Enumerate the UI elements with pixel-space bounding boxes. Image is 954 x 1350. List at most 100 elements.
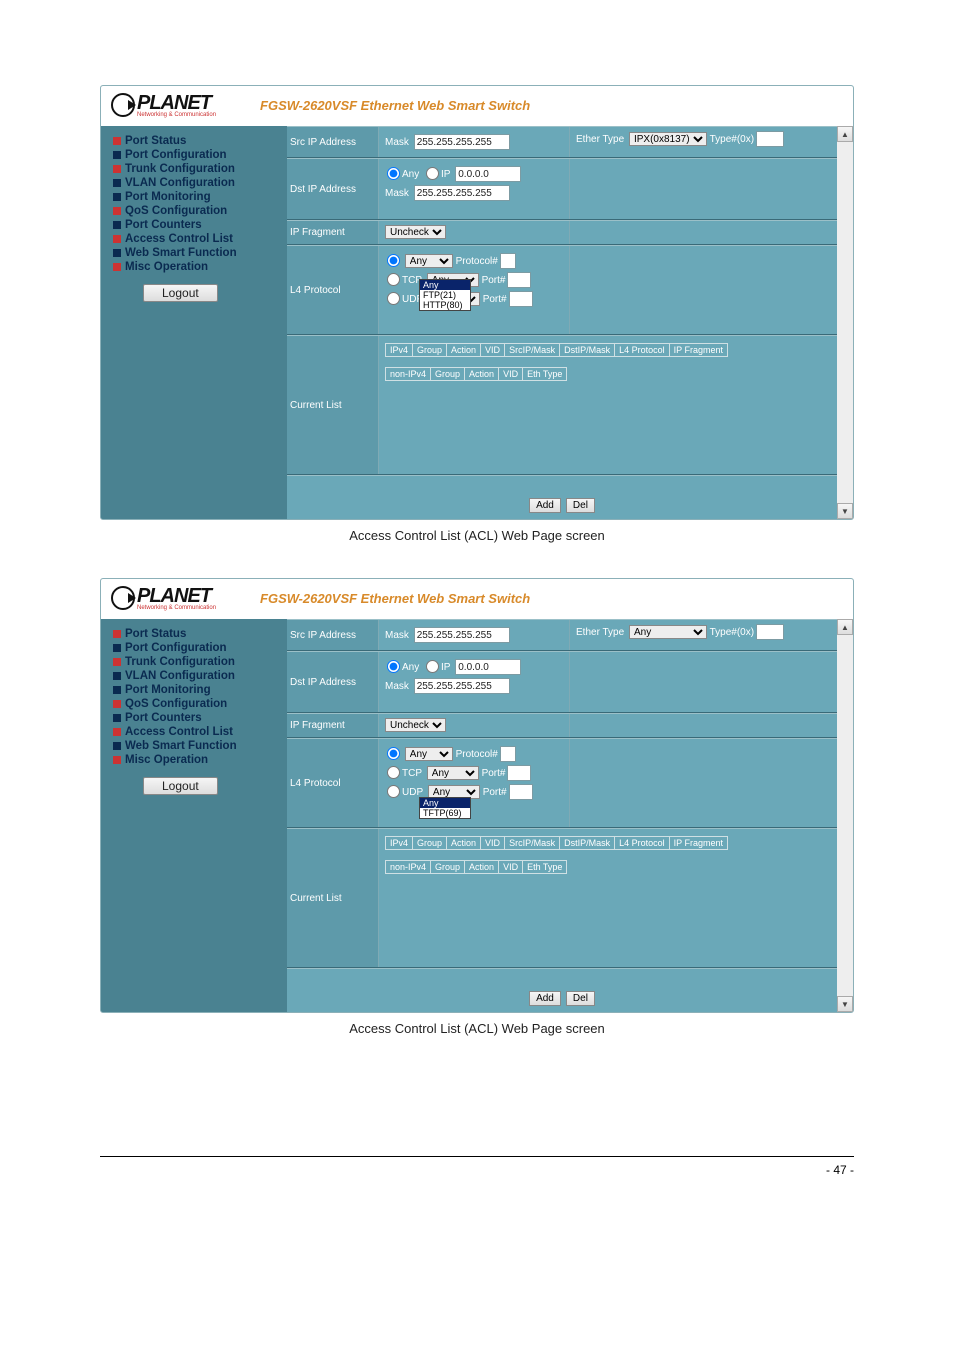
nav-port-configuration[interactable]: Port Configuration (113, 641, 283, 655)
ip-fragment-label: IP Fragment (287, 221, 379, 244)
planet-logo-icon (111, 586, 135, 610)
nav-qos-configuration[interactable]: QoS Configuration (113, 697, 283, 711)
nav-misc-operation[interactable]: Misc Operation (113, 260, 283, 274)
header: PLANET Networking & Communication FGSW-2… (101, 579, 853, 619)
l4-tcp-select[interactable]: Any (427, 766, 479, 780)
dropdown-option[interactable]: Any (420, 280, 470, 290)
udp-dropdown-overlay[interactable]: Any FTP(21) HTTP(80) (419, 279, 471, 311)
button-row: Add Del (287, 968, 837, 1012)
vertical-scrollbar[interactable]: ▲ ▼ (837, 619, 853, 1012)
ether-type-input[interactable] (756, 131, 784, 147)
del-button[interactable]: Del (566, 991, 595, 1006)
dropdown-option[interactable]: Any (420, 798, 470, 808)
nav-access-control-list[interactable]: Access Control List (113, 725, 283, 739)
protocol-num-input[interactable] (500, 746, 516, 762)
nav-qos-configuration[interactable]: QoS Configuration (113, 204, 283, 218)
l4-any-radio[interactable] (387, 747, 400, 760)
src-mask-input[interactable] (414, 627, 510, 643)
dropdown-option[interactable]: FTP(21) (420, 290, 470, 300)
src-ip-label: Src IP Address (287, 127, 379, 157)
product-title: FGSW-2620VSF Ethernet Web Smart Switch (260, 98, 530, 113)
dst-any-radio[interactable] (387, 167, 400, 180)
brand-tagline: Networking & Communication (137, 112, 216, 118)
tcp-port-input[interactable] (507, 272, 531, 288)
udp-port-input[interactable] (509, 784, 533, 800)
ether-type-label: Ether Type (576, 134, 624, 145)
brand-tagline: Networking & Communication (137, 605, 216, 611)
src-ip-label: Src IP Address (287, 620, 379, 650)
nav-trunk-configuration[interactable]: Trunk Configuration (113, 655, 283, 669)
nav-access-control-list[interactable]: Access Control List (113, 232, 283, 246)
add-button[interactable]: Add (529, 498, 561, 513)
dst-ip-radio[interactable] (426, 660, 439, 673)
l4-udp-radio[interactable] (387, 292, 400, 305)
dst-ip-label: Dst IP Address (287, 652, 379, 712)
scroll-up-icon[interactable]: ▲ (837, 619, 853, 635)
udp-dropdown-overlay[interactable]: Any TFTP(69) (419, 797, 471, 819)
l4-any-select[interactable]: Any (405, 747, 453, 761)
ether-type-select[interactable]: Any (629, 625, 707, 639)
button-row: Add Del (287, 475, 837, 519)
l4-any-select[interactable]: Any (405, 254, 453, 268)
udp-port-input[interactable] (509, 291, 533, 307)
nav-vlan-configuration[interactable]: VLAN Configuration (113, 176, 283, 190)
tcp-port-label: Port# (482, 768, 506, 779)
ether-type-input[interactable] (756, 624, 784, 640)
udp-port-label: Port# (483, 787, 507, 798)
nav-port-monitoring[interactable]: Port Monitoring (113, 683, 283, 697)
dst-ip-label: Dst IP Address (287, 159, 379, 219)
scroll-down-icon[interactable]: ▼ (837, 503, 853, 519)
add-button[interactable]: Add (529, 991, 561, 1006)
nav-vlan-configuration[interactable]: VLAN Configuration (113, 669, 283, 683)
l4-any-radio[interactable] (387, 254, 400, 267)
nav-trunk-configuration[interactable]: Trunk Configuration (113, 162, 283, 176)
del-button[interactable]: Del (566, 498, 595, 513)
ether-type-select[interactable]: IPX(0x8137) (629, 132, 707, 146)
dst-mask-input[interactable] (414, 185, 510, 201)
l4-tcp-radio[interactable] (387, 766, 400, 779)
l4-udp-radio[interactable] (387, 785, 400, 798)
nav-web-smart-function[interactable]: Web Smart Function (113, 739, 283, 753)
scroll-up-icon[interactable]: ▲ (837, 126, 853, 142)
brand-name: PLANET (137, 585, 211, 607)
logo: PLANET Networking & Communication (111, 92, 216, 118)
src-mask-input[interactable] (414, 134, 510, 150)
dst-ip-input[interactable] (455, 166, 521, 182)
l4-protocol-label: L4 Protocol (287, 246, 379, 334)
nav-port-counters[interactable]: Port Counters (113, 711, 283, 725)
switch-ui-frame: PLANET Networking & Communication FGSW-2… (100, 85, 854, 520)
type-hash-label: Type#(0x) (710, 134, 754, 145)
figure-caption: Access Control List (ACL) Web Page scree… (100, 528, 854, 543)
dst-mask-label: Mask (385, 681, 409, 692)
tcp-port-input[interactable] (507, 765, 531, 781)
dropdown-option[interactable]: TFTP(69) (420, 808, 470, 818)
scroll-down-icon[interactable]: ▼ (837, 996, 853, 1012)
nav-port-counters[interactable]: Port Counters (113, 218, 283, 232)
nav-port-configuration[interactable]: Port Configuration (113, 148, 283, 162)
sidebar: Port Status Port Configuration Trunk Con… (101, 126, 287, 519)
dst-ip-radio[interactable] (426, 167, 439, 180)
logout-button[interactable]: Logout (143, 284, 218, 302)
ip-fragment-select[interactable]: Uncheck (385, 718, 446, 732)
protocol-hash-label: Protocol# (456, 749, 498, 760)
dst-any-radio[interactable] (387, 660, 400, 673)
l4-tcp-radio[interactable] (387, 273, 400, 286)
protocol-hash-label: Protocol# (456, 256, 498, 267)
nonipv4-table: non-IPv4 Group Action VID Eth Type (385, 367, 567, 381)
type-hash-label: Type#(0x) (710, 627, 754, 638)
nav-port-monitoring[interactable]: Port Monitoring (113, 190, 283, 204)
nav-web-smart-function[interactable]: Web Smart Function (113, 246, 283, 260)
dst-mask-input[interactable] (414, 678, 510, 694)
logout-button[interactable]: Logout (143, 777, 218, 795)
dst-mask-label: Mask (385, 188, 409, 199)
dropdown-option[interactable]: HTTP(80) (420, 300, 470, 310)
protocol-num-input[interactable] (500, 253, 516, 269)
udp-port-label: Port# (483, 294, 507, 305)
dst-ip-input[interactable] (455, 659, 521, 675)
nav-port-status[interactable]: Port Status (113, 134, 283, 148)
mask-label: Mask (385, 630, 409, 641)
ip-fragment-select[interactable]: Uncheck (385, 225, 446, 239)
vertical-scrollbar[interactable]: ▲ ▼ (837, 126, 853, 519)
nav-misc-operation[interactable]: Misc Operation (113, 753, 283, 767)
nav-port-status[interactable]: Port Status (113, 627, 283, 641)
